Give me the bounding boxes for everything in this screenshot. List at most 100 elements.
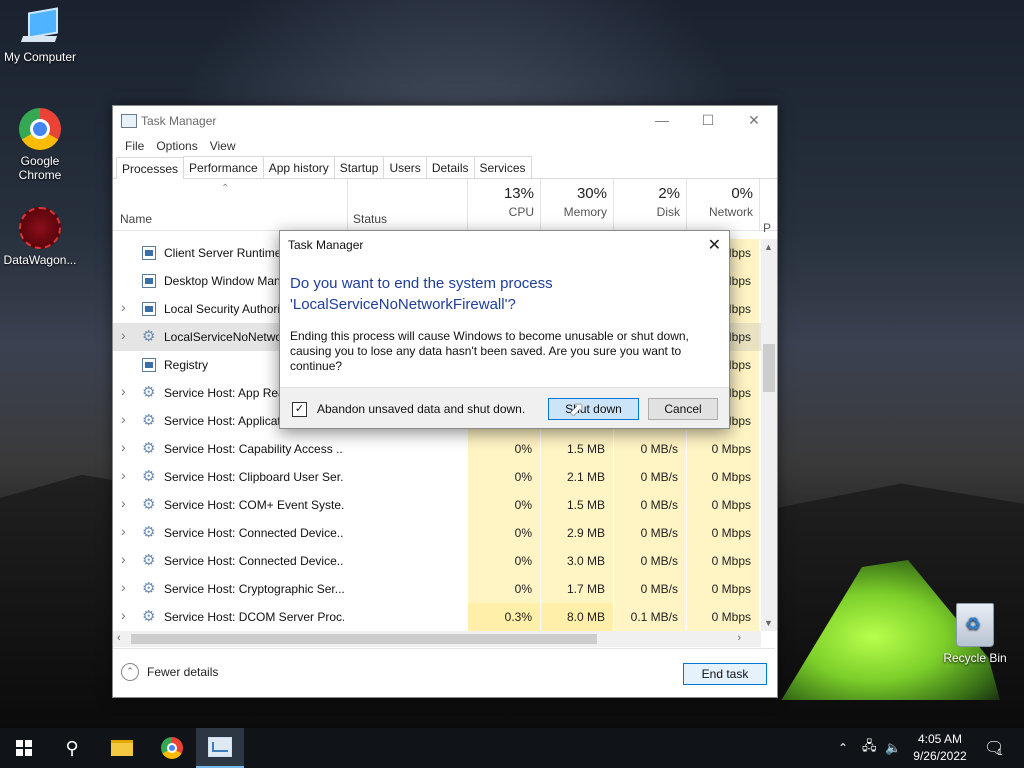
column-name[interactable]: Name [120,212,152,226]
abandon-data-label[interactable]: Abandon unsaved data and shut down. [317,402,525,416]
fewer-details-button[interactable]: ⌃ Fewer details [121,663,218,681]
tab-details[interactable]: Details [425,156,475,178]
taskbar-task-manager[interactable] [196,728,244,768]
chrome-icon [161,737,183,759]
tab-app-history[interactable]: App history [262,156,335,178]
desktop-icon-my-computer[interactable]: My Computer [0,7,80,64]
abandon-data-checkbox[interactable]: ✓ [292,402,307,417]
network-label: Network [708,205,753,219]
menu-view[interactable]: View [204,136,242,156]
hscroll-thumb[interactable] [131,634,597,644]
expand-chevron-icon[interactable]: › [121,495,126,511]
end-task-button[interactable]: End task [683,663,767,685]
memory-label: Memory [563,205,607,219]
tab-services[interactable]: Services [473,156,532,178]
tab-users[interactable]: Users [383,156,427,178]
process-net-cell: 0 Mbps [686,491,759,519]
menu-file[interactable]: File [119,136,150,156]
tab-processes[interactable]: Processes [116,157,185,179]
expand-chevron-icon[interactable]: › [121,383,126,399]
process-name: Service Host: Capability Access ... [164,442,344,456]
process-window-icon [142,358,156,372]
column-memory[interactable]: 30% Memory [540,185,607,219]
process-window-icon [142,302,156,316]
process-name: Service Host: Connected Device... [164,554,344,568]
network-icon[interactable]: 🖧 [862,728,877,768]
process-name: Service Host: COM+ Event Syste... [164,498,344,512]
process-row[interactable]: › ⚙ Service Host: COM+ Event Syste... 0% 1.5… [113,491,761,519]
process-mem-cell: 1.5 MB [540,435,613,463]
column-network[interactable]: 0% Network [686,185,753,219]
taskbar-chrome[interactable] [148,728,196,768]
process-mem-cell: 2.9 MB [540,519,613,547]
window-title: Task Manager [141,114,217,128]
expand-chevron-icon[interactable]: › [121,607,126,623]
scroll-down-icon[interactable]: ▼ [764,618,773,628]
expand-chevron-icon[interactable]: › [121,439,126,455]
scroll-right-icon[interactable]: › [737,632,741,644]
maximize-button[interactable]: ☐ [685,106,731,136]
disk-label: Disk [656,205,680,219]
column-cpu[interactable]: 13% CPU [467,185,534,219]
search-button[interactable]: ⚲ [48,728,96,768]
clock[interactable]: 4:05 AM 9/26/2022 [900,731,980,765]
memory-total: 30% [576,185,607,202]
service-gear-icon: ⚙ [142,328,156,345]
horizontal-scrollbar[interactable]: ‹ › [113,631,761,647]
expand-chevron-icon[interactable]: › [121,579,126,595]
service-gear-icon: ⚙ [142,524,156,541]
desktop-icon-datawagon[interactable]: DataWagon... [0,207,80,267]
title-bar[interactable]: Task Manager — ☐ ✕ [113,106,777,136]
process-row[interactable]: › ⚙ Service Host: Connected Device... 0% 2.9… [113,519,761,547]
notification-center-icon[interactable]: 🗨 1 [984,728,1004,768]
process-cpu-cell: 0% [467,547,540,575]
process-name: Service Host: Clipboard User Ser... [164,470,344,484]
close-button[interactable]: ✕ [731,106,777,136]
notification-count: 1 [997,747,1003,757]
scroll-thumb[interactable] [763,344,775,392]
process-net-cell: 0 Mbps [686,519,759,547]
process-cpu-cell: 0% [467,519,540,547]
taskbar-file-explorer[interactable] [98,728,146,768]
column-disk[interactable]: 2% Disk [613,185,680,219]
minimize-button[interactable]: — [639,106,685,136]
process-row[interactable]: › ⚙ Service Host: Cryptographic Ser... 0% 1.… [113,575,761,603]
expand-chevron-icon[interactable]: › [121,523,126,539]
process-disk-cell: 0 MB/s [613,491,686,519]
column-power-cut[interactable]: P [763,221,773,235]
process-window-icon [142,274,156,288]
process-cpu-cell: 0% [467,575,540,603]
expand-chevron-icon[interactable]: › [121,411,126,427]
network-total: 0% [731,185,753,202]
chrome-icon [19,108,61,150]
process-row[interactable]: › ⚙ Service Host: Capability Access ... 0% 1… [113,435,761,463]
dialog-close-icon[interactable]: ✕ [708,235,721,255]
vertical-scrollbar[interactable]: ▲ ▼ [761,239,777,631]
volume-icon[interactable]: 🔈 [885,728,901,768]
expand-chevron-icon[interactable]: › [121,551,126,567]
task-manager-icon [208,737,232,757]
dialog-body: Ending this process will cause Windows t… [290,329,689,373]
tab-startup[interactable]: Startup [333,156,385,178]
cancel-button[interactable]: Cancel [648,398,718,420]
desktop-icon-recycle-bin[interactable]: Recycle Bin [935,603,1015,665]
process-row[interactable]: › ⚙ Service Host: Connected Device... 0% 3.0… [113,547,761,575]
start-button[interactable] [0,728,48,768]
tray-chevron-icon[interactable]: ⌃ [838,728,848,768]
scroll-up-icon[interactable]: ▲ [764,242,773,252]
scroll-left-icon[interactable]: ‹ [117,632,121,644]
expand-chevron-icon[interactable]: › [121,299,126,315]
column-status[interactable]: Status [353,212,387,226]
expand-chevron-icon[interactable]: › [121,467,126,483]
desktop-icon-google-chrome[interactable]: Google Chrome [0,108,80,182]
tab-performance[interactable]: Performance [183,156,264,178]
expand-chevron-icon[interactable]: › [121,327,126,343]
process-row[interactable]: › ⚙ Service Host: DCOM Server Proc... 0.3% 8… [113,603,761,631]
process-disk-cell: 0 MB/s [613,435,686,463]
process-row[interactable]: › ⚙ Service Host: Clipboard User Ser... 0% 2… [113,463,761,491]
process-cpu-cell: 0% [467,463,540,491]
process-net-cell: 0 Mbps [686,435,759,463]
process-name: Service Host: Cryptographic Ser... [164,582,344,596]
menu-options[interactable]: Options [150,136,203,156]
shut-down-button[interactable]: Shut down [548,398,639,420]
